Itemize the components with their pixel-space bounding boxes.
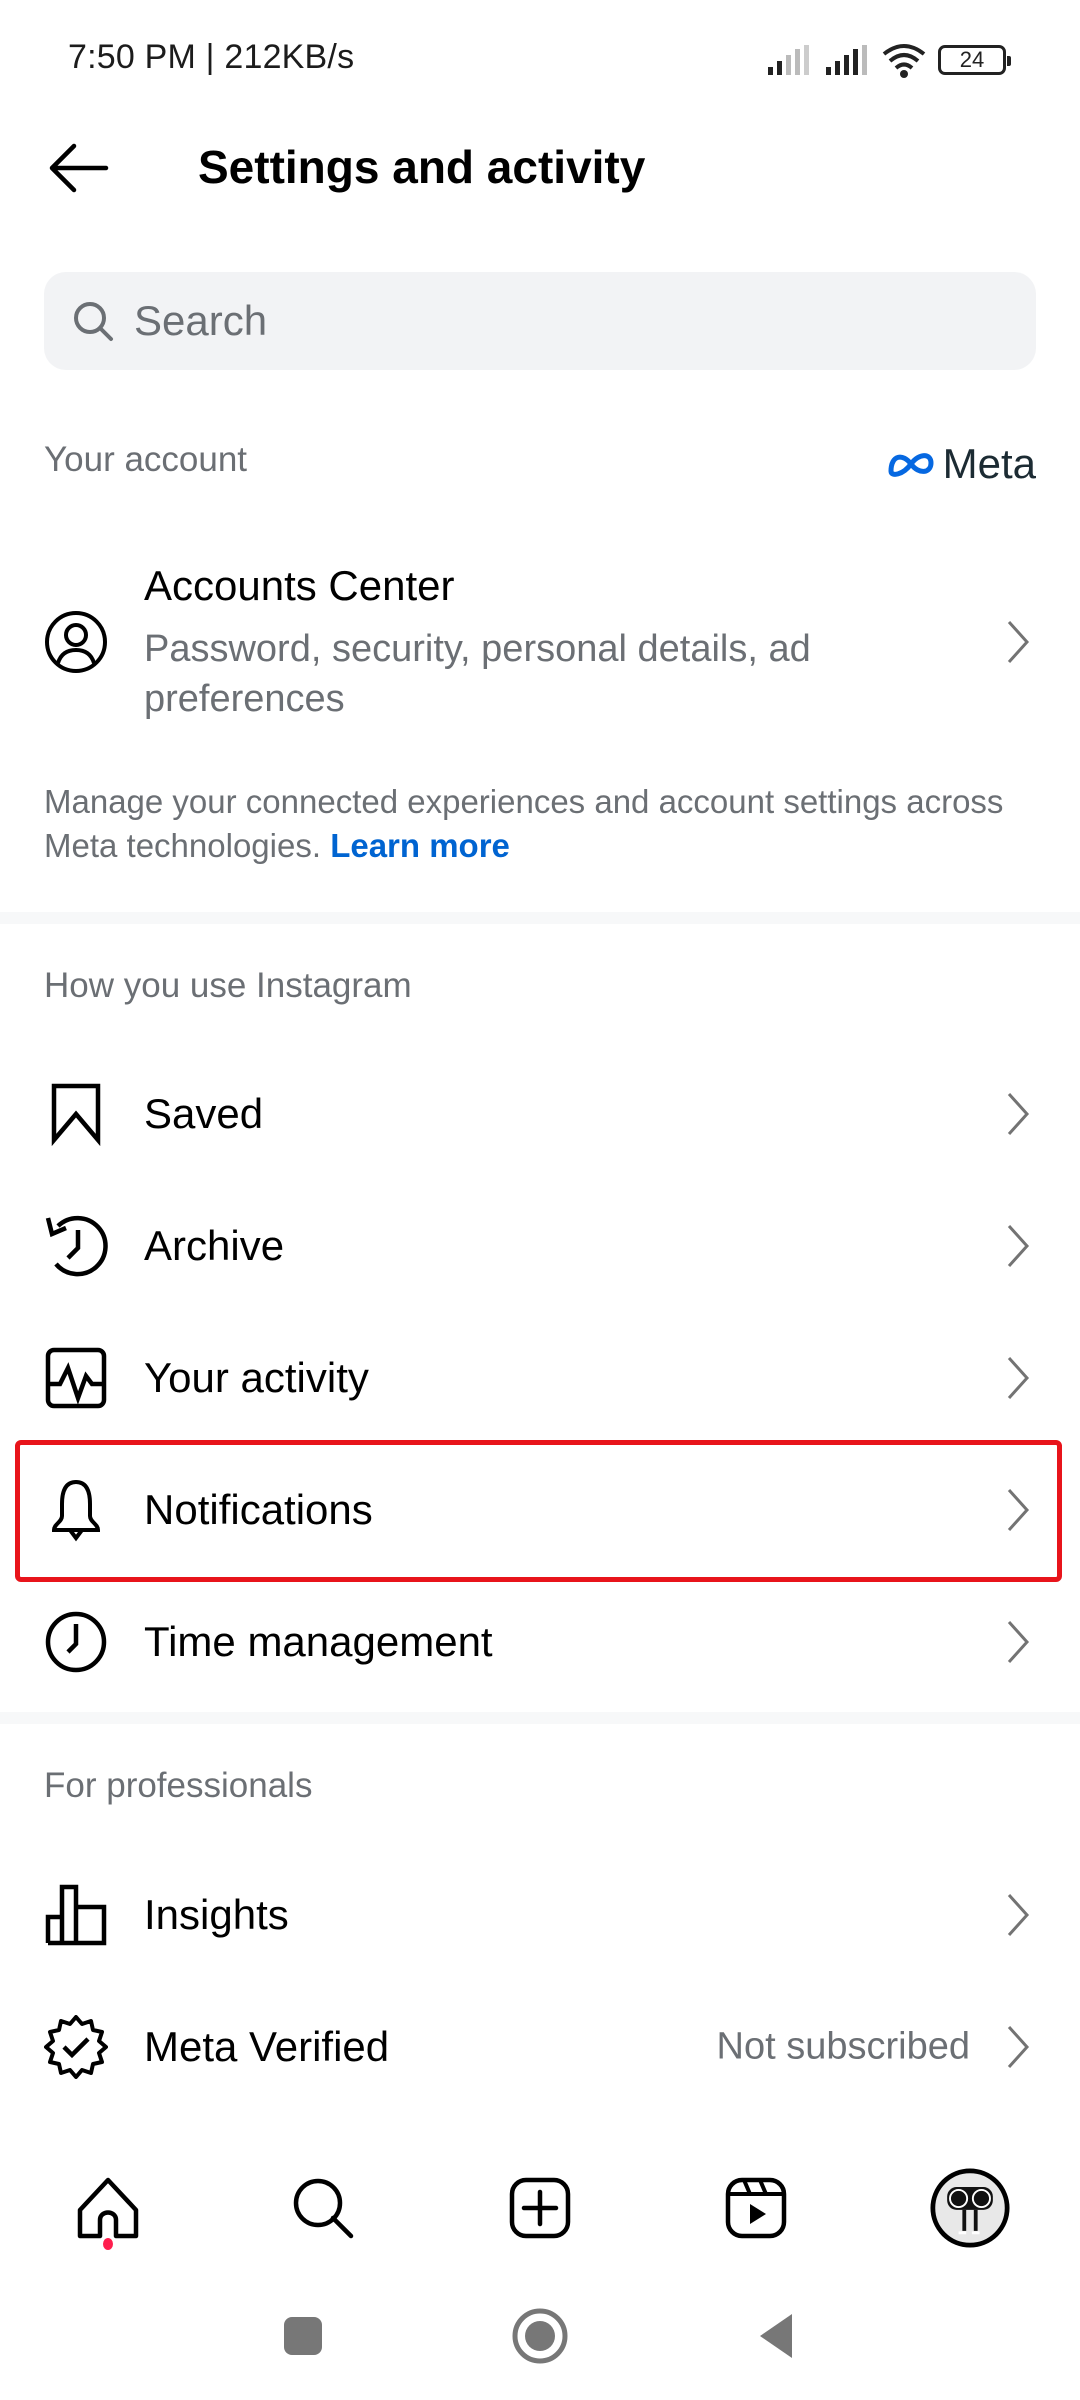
profile-avatar bbox=[930, 2168, 1010, 2248]
section-label-how-you-use: How you use Instagram bbox=[44, 966, 412, 1005]
learn-more-link[interactable]: Learn more bbox=[330, 827, 510, 864]
menu-item-label: Your activity bbox=[144, 1354, 369, 1401]
meta-logo-text: Meta bbox=[942, 440, 1036, 487]
menu-item-label: Archive bbox=[144, 1222, 285, 1269]
menu-item-insights[interactable]: Insights bbox=[0, 1849, 1080, 1981]
subscription-status: Not subscribed bbox=[716, 2025, 970, 2068]
chevron-right-icon bbox=[1007, 1356, 1030, 1400]
chevron-right-icon bbox=[1007, 620, 1030, 664]
section-divider bbox=[0, 1712, 1080, 1724]
section-label-your-account: Your account bbox=[44, 440, 248, 479]
section-divider bbox=[0, 912, 1080, 924]
menu-item-time-management[interactable]: Time management bbox=[0, 1576, 1080, 1708]
chevron-right-icon bbox=[1007, 1224, 1030, 1268]
archive-clock-icon bbox=[45, 1215, 108, 1277]
menu-item-your-activity[interactable]: Your activity bbox=[0, 1312, 1080, 1444]
create-icon bbox=[509, 2177, 571, 2239]
home-icon bbox=[77, 2177, 139, 2239]
nav-create[interactable] bbox=[500, 2160, 580, 2256]
bottom-nav bbox=[0, 2160, 1080, 2256]
accounts-center-subtitle: Password, security, personal details, ad… bbox=[144, 628, 811, 720]
accounts-center-info: Manage your connected experiences and ac… bbox=[44, 780, 1044, 868]
search-input[interactable] bbox=[134, 297, 984, 345]
activity-icon bbox=[45, 1347, 107, 1409]
meta-infinity-icon bbox=[888, 453, 934, 477]
menu-item-label: Saved bbox=[144, 1090, 264, 1137]
system-navigation bbox=[0, 2300, 1080, 2380]
meta-logo: Meta bbox=[885, 440, 1036, 488]
menu-item-saved[interactable]: Saved bbox=[0, 1048, 1080, 1180]
bar-chart-icon bbox=[45, 1884, 107, 1946]
status-time-speed: 7:50 PM | 212KB/s bbox=[68, 38, 355, 76]
highlight-box bbox=[15, 1440, 1062, 1582]
nav-profile[interactable] bbox=[930, 2160, 1010, 2256]
back-nav-icon[interactable] bbox=[758, 2312, 794, 2360]
signal-icon bbox=[826, 45, 867, 75]
reels-icon bbox=[725, 2177, 787, 2239]
chevron-right-icon bbox=[1007, 1092, 1030, 1136]
search-bar[interactable] bbox=[44, 272, 1036, 370]
home-button-icon[interactable] bbox=[512, 2308, 568, 2364]
chevron-right-icon bbox=[1007, 1620, 1030, 1664]
status-icons: 24 bbox=[766, 40, 1011, 80]
menu-item-meta-verified[interactable]: Meta Verified Not subscribed bbox=[0, 1981, 1080, 2113]
account-circle-icon bbox=[45, 611, 107, 673]
signal-icon bbox=[768, 45, 809, 75]
search-icon bbox=[74, 302, 113, 341]
notification-dot bbox=[103, 2238, 113, 2250]
menu-item-label: Meta Verified bbox=[144, 2023, 390, 2070]
verified-badge-icon bbox=[44, 2015, 108, 2079]
menu-item-archive[interactable]: Archive bbox=[0, 1180, 1080, 1312]
accounts-center-title: Accounts Center bbox=[144, 562, 455, 609]
info-text: Manage your connected experiences and ac… bbox=[44, 783, 1004, 864]
nav-reels[interactable] bbox=[716, 2160, 796, 2256]
chevron-right-icon bbox=[1007, 1893, 1030, 1937]
nav-search[interactable] bbox=[283, 2160, 363, 2256]
recents-icon[interactable] bbox=[283, 2316, 323, 2356]
menu-item-label: Insights bbox=[144, 1891, 289, 1938]
menu-item-label: Time management bbox=[144, 1618, 493, 1665]
bookmark-icon bbox=[51, 1083, 101, 1146]
chevron-right-icon bbox=[1007, 2025, 1030, 2069]
arrow-left-icon bbox=[49, 143, 109, 193]
section-label-for-professionals: For professionals bbox=[44, 1766, 313, 1805]
page-title: Settings and activity bbox=[198, 141, 646, 193]
wifi-icon bbox=[882, 44, 926, 78]
search-icon bbox=[293, 2178, 354, 2239]
battery-icon: 24 bbox=[938, 45, 1011, 75]
back-button[interactable] bbox=[44, 140, 110, 196]
clock-icon bbox=[45, 1611, 107, 1673]
accounts-center-row[interactable]: Accounts Center Password, security, pers… bbox=[0, 540, 1080, 740]
